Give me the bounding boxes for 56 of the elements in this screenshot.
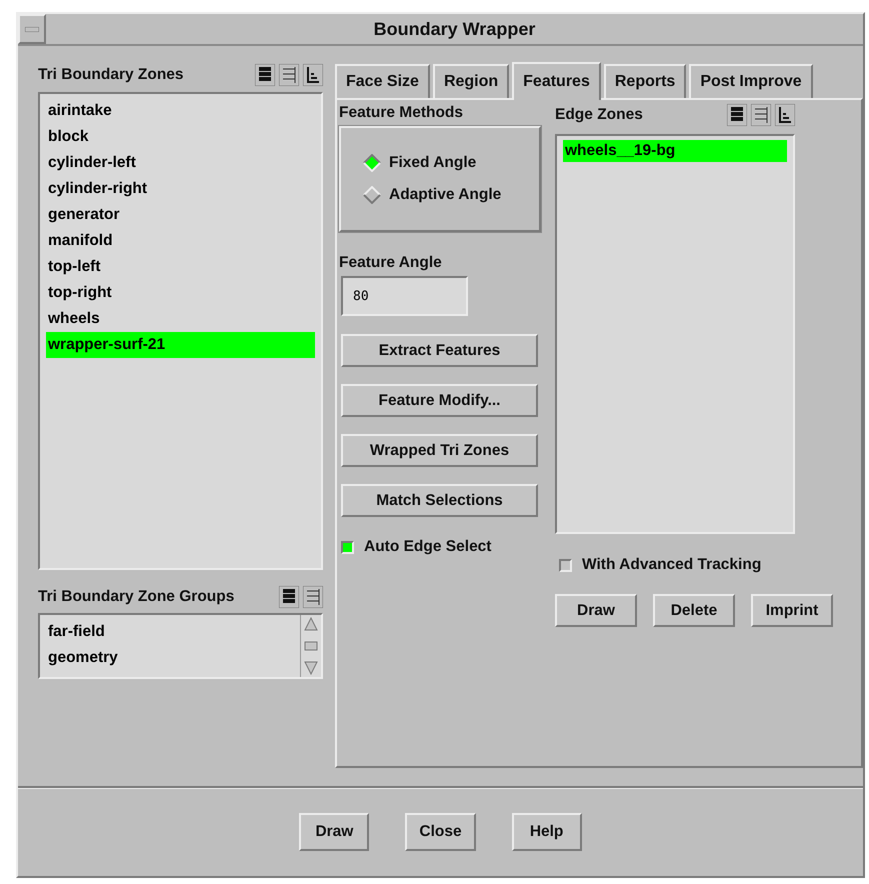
tab[interactable]: Face Size	[335, 64, 430, 98]
list-item[interactable]: top-left	[46, 254, 315, 280]
list-item[interactable]: far-field	[46, 619, 294, 645]
window-menu-button[interactable]	[18, 14, 46, 44]
tab[interactable]: Region	[432, 64, 510, 98]
action-button[interactable]: Match Selections	[341, 484, 538, 517]
list-item[interactable]: block	[46, 124, 315, 150]
menu-bar-icon	[25, 26, 39, 32]
edge-button[interactable]: Imprint	[751, 594, 833, 627]
list-item[interactable]: cylinder-left	[46, 150, 315, 176]
checkbox-label[interactable]: Auto Edge Select	[364, 538, 492, 556]
list-item[interactable]: airintake	[46, 98, 315, 124]
tab[interactable]: Features	[512, 62, 601, 100]
list-item[interactable]: cylinder-right	[46, 176, 315, 202]
select-all-icon[interactable]	[255, 64, 275, 86]
list-label: Tri Boundary Zones	[38, 66, 184, 84]
list-label: Edge Zones	[555, 106, 643, 124]
field-label: Feature Angle	[339, 254, 443, 272]
list-item[interactable]: geometry	[46, 645, 294, 671]
list-item[interactable]: generator	[46, 202, 315, 228]
list-item[interactable]: wrapper-surf-21	[46, 332, 315, 358]
deselect-all-icon[interactable]	[751, 104, 771, 126]
radio-label[interactable]: Adaptive Angle	[389, 186, 502, 204]
section-label: Feature Methods	[339, 104, 464, 122]
action-button[interactable]: Extract Features	[341, 334, 538, 367]
select-all-icon[interactable]	[727, 104, 747, 126]
radio-button[interactable]	[363, 186, 381, 204]
sort-icon[interactable]	[303, 64, 323, 86]
list-item[interactable]: wheels__19-bg	[563, 140, 787, 162]
deselect-all-icon[interactable]	[303, 586, 323, 608]
dialog-button[interactable]: Close	[405, 813, 476, 851]
list-item[interactable]: wheels	[46, 306, 315, 332]
list-label: Tri Boundary Zone Groups	[38, 588, 234, 606]
list-item[interactable]: top-right	[46, 280, 315, 306]
scroll-down-icon[interactable]	[304, 661, 318, 675]
tab[interactable]: Reports	[604, 64, 686, 98]
checkbox-label[interactable]: With Advanced Tracking	[582, 556, 762, 574]
window-title: Boundary Wrapper	[372, 18, 536, 41]
list-item[interactable]: manifold	[46, 228, 315, 254]
edge-button[interactable]: Draw	[555, 594, 637, 627]
checkbox[interactable]	[341, 540, 354, 554]
checkbox[interactable]	[559, 558, 572, 572]
edge-button[interactable]: Delete	[653, 594, 735, 627]
deselect-all-icon[interactable]	[279, 64, 299, 86]
dialog-button[interactable]: Help	[512, 813, 582, 851]
action-button[interactable]: Feature Modify...	[341, 384, 538, 417]
dialog-button[interactable]: Draw	[299, 813, 370, 851]
angle-input-field[interactable]: 80	[341, 276, 468, 316]
action-button[interactable]: Wrapped Tri Zones	[341, 434, 538, 467]
scroll-thumb[interactable]	[304, 641, 318, 651]
select-all-icon[interactable]	[279, 586, 299, 608]
sort-icon[interactable]	[775, 104, 795, 126]
radio-label[interactable]: Fixed Angle	[389, 154, 476, 172]
radio-button[interactable]	[363, 154, 381, 172]
tab[interactable]: Post Improve	[689, 64, 813, 98]
scroll-up-icon[interactable]	[304, 617, 318, 631]
